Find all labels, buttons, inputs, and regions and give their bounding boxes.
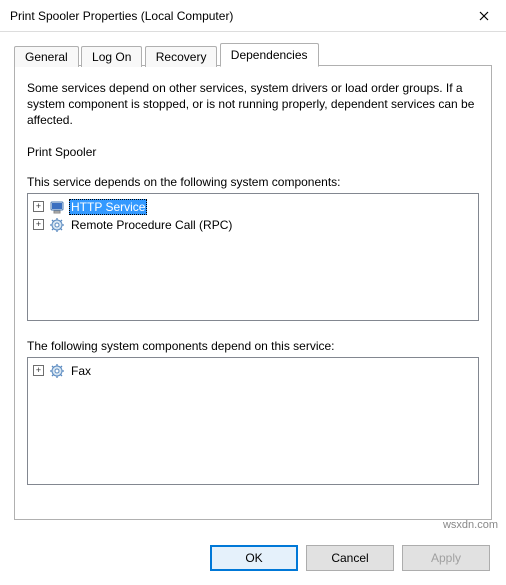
watermark: wsxdn.com bbox=[443, 519, 498, 531]
dialog-buttons: OK Cancel Apply bbox=[210, 545, 490, 571]
close-button[interactable] bbox=[461, 1, 506, 31]
description-text: Some services depend on other services, … bbox=[27, 80, 479, 129]
tree-item-label: Fax bbox=[69, 363, 93, 379]
tab-dependencies[interactable]: Dependencies bbox=[220, 43, 319, 67]
depends-on-tree[interactable]: + HTTP Service + Remote Procedure Call (… bbox=[27, 193, 479, 321]
tab-general[interactable]: General bbox=[14, 46, 79, 67]
tab-recovery[interactable]: Recovery bbox=[145, 46, 218, 67]
gear-icon bbox=[49, 217, 65, 233]
tab-log-on[interactable]: Log On bbox=[81, 46, 142, 67]
tree-item-http-service[interactable]: + HTTP Service bbox=[31, 198, 475, 216]
depends-on-label: This service depends on the following sy… bbox=[27, 175, 479, 189]
tree-item-fax[interactable]: + Fax bbox=[31, 362, 475, 380]
computer-icon bbox=[49, 199, 65, 215]
dependents-label: The following system components depend o… bbox=[27, 339, 479, 353]
cancel-button[interactable]: Cancel bbox=[306, 545, 394, 571]
dependents-tree[interactable]: + Fax bbox=[27, 357, 479, 485]
tree-item-label: HTTP Service bbox=[69, 199, 147, 215]
window-title: Print Spooler Properties (Local Computer… bbox=[10, 9, 461, 23]
expand-icon[interactable]: + bbox=[33, 219, 44, 230]
service-name: Print Spooler bbox=[27, 145, 479, 159]
ok-button[interactable]: OK bbox=[210, 545, 298, 571]
close-icon bbox=[479, 11, 489, 21]
expand-icon[interactable]: + bbox=[33, 365, 44, 376]
gear-icon bbox=[49, 363, 65, 379]
apply-button: Apply bbox=[402, 545, 490, 571]
titlebar: Print Spooler Properties (Local Computer… bbox=[0, 0, 506, 32]
expand-icon[interactable]: + bbox=[33, 201, 44, 212]
tabstrip: General Log On Recovery Dependencies bbox=[14, 44, 492, 66]
tree-item-rpc[interactable]: + Remote Procedure Call (RPC) bbox=[31, 216, 475, 234]
dependencies-panel: Some services depend on other services, … bbox=[14, 65, 492, 520]
tree-item-label: Remote Procedure Call (RPC) bbox=[69, 217, 234, 233]
